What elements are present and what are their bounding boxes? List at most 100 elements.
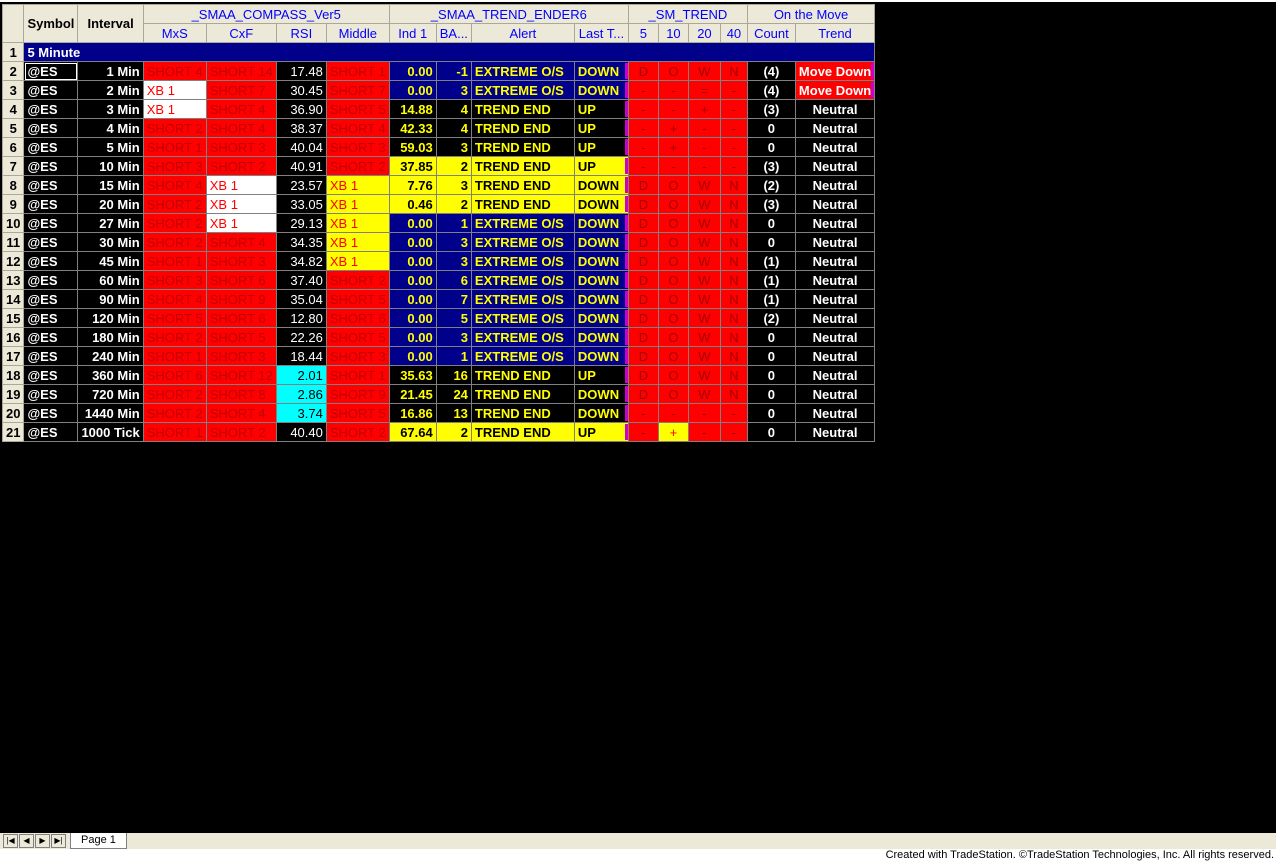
row-number[interactable]: 21: [1, 422, 25, 442]
column-group-header[interactable]: _SMAA_TREND_ENDER6: [388, 4, 629, 24]
table-row[interactable]: 7 @ES 10 Min SHORT 3 SHORT 2 40.91 SHORT 2 37.8…: [1, 156, 876, 176]
sheet-tab-page-1[interactable]: Page 1: [70, 833, 127, 849]
column-group-header[interactable]: Symbol: [23, 4, 79, 43]
symbol-cell[interactable]: @ES: [23, 99, 79, 119]
sm-trend-40-cell: -: [719, 99, 748, 119]
cxf-cell: SHORT 8: [205, 384, 277, 404]
row-number[interactable]: 18: [1, 365, 25, 385]
sm-trend-10-cell: O: [657, 175, 689, 195]
symbol-cell[interactable]: @ES: [23, 175, 79, 195]
column-header[interactable]: Count: [746, 23, 796, 43]
symbol-cell[interactable]: @ES: [23, 251, 79, 271]
row-number[interactable]: 11: [1, 232, 25, 252]
sm-trend-20-cell: =: [687, 80, 721, 100]
row-number[interactable]: 7: [1, 156, 25, 176]
column-group-header[interactable]: On the Move: [746, 4, 876, 24]
symbol-cell[interactable]: @ES: [23, 327, 79, 347]
symbol-cell[interactable]: @ES: [23, 61, 79, 81]
table-row[interactable]: 4 @ES 3 Min XB 1 SHORT 4 36.90 SHORT 5 14.88 4 TR…: [1, 99, 876, 119]
column-header[interactable]: 10: [657, 23, 689, 43]
symbol-cell[interactable]: @ES: [23, 384, 79, 404]
symbol-cell[interactable]: @ES: [23, 194, 79, 214]
row-number[interactable]: 9: [1, 194, 25, 214]
row-number[interactable]: 17: [1, 346, 25, 366]
interval-cell: 180 Min: [77, 327, 144, 347]
row-number[interactable]: 19: [1, 384, 25, 404]
column-group-header[interactable]: Interval: [77, 4, 144, 43]
next-tab-icon[interactable]: ▶: [35, 834, 50, 848]
symbol-cell[interactable]: @ES: [23, 156, 79, 176]
column-header[interactable]: MxS: [142, 23, 207, 43]
column-header[interactable]: 5: [627, 23, 659, 43]
table-row[interactable]: 19 @ES 720 Min SHORT 2 SHORT 8 2.86 SHORT 9 21.…: [1, 384, 876, 404]
row-number[interactable]: 1: [1, 42, 25, 62]
ind1-cell: 42.33: [388, 118, 437, 138]
row-number[interactable]: 4: [1, 99, 25, 119]
table-row[interactable]: 21 @ES 1000 Tick SHORT 1 SHORT 2 40.40 SHORT 2…: [1, 422, 876, 442]
table-row[interactable]: 2 @ES 1 Min SHORT 4 SHORT 14 17.48 SHORT 1 0.00…: [1, 61, 876, 81]
column-header[interactable]: Alert: [470, 23, 575, 43]
trend-cell: Neutral: [794, 270, 876, 290]
symbol-cell[interactable]: @ES: [23, 213, 79, 233]
column-header[interactable]: Ind 1: [388, 23, 437, 43]
row-number[interactable]: 3: [1, 80, 25, 100]
sm-trend-20-cell: W: [687, 289, 721, 309]
symbol-cell[interactable]: @ES: [23, 270, 79, 290]
table-row[interactable]: 17 @ES 240 Min SHORT 1 SHORT 3 18.44 SHORT 3 0.…: [1, 346, 876, 366]
table-row[interactable]: 20 @ES 1440 Min SHORT 2 SHORT 4 3.74 SHORT 5 16…: [1, 403, 876, 423]
column-header[interactable]: Last T...: [573, 23, 629, 43]
bars-cell: 2: [435, 156, 472, 176]
column-header[interactable]: 20: [687, 23, 721, 43]
column-group-header[interactable]: _SM_TREND: [627, 4, 748, 24]
symbol-cell[interactable]: @ES: [23, 422, 79, 442]
symbol-cell[interactable]: @ES: [23, 118, 79, 138]
column-header[interactable]: BA...: [435, 23, 472, 43]
first-tab-icon[interactable]: |◀: [3, 834, 18, 848]
table-row[interactable]: 8 @ES 15 Min SHORT 4 XB 1 23.57 XB 1 7.76 3 TREND…: [1, 175, 876, 195]
symbol-cell[interactable]: @ES: [23, 137, 79, 157]
cxf-cell: SHORT 3: [205, 251, 277, 271]
symbol-cell[interactable]: @ES: [23, 403, 79, 423]
row-number[interactable]: 14: [1, 289, 25, 309]
column-header[interactable]: RSI: [275, 23, 327, 43]
row-number[interactable]: 2: [1, 61, 25, 81]
symbol-cell[interactable]: @ES: [23, 289, 79, 309]
row-number[interactable]: 5: [1, 118, 25, 138]
bars-cell: 7: [435, 289, 472, 309]
row-number[interactable]: 16: [1, 327, 25, 347]
symbol-cell[interactable]: @ES: [23, 308, 79, 328]
row-number[interactable]: 6: [1, 137, 25, 157]
last-tab-icon[interactable]: ▶|: [51, 834, 66, 848]
table-row[interactable]: 16 @ES 180 Min SHORT 2 SHORT 5 22.26 SHORT 5 0.…: [1, 327, 876, 347]
column-header[interactable]: Trend: [794, 23, 876, 43]
prev-tab-icon[interactable]: ◀: [19, 834, 34, 848]
table-row[interactable]: 3 @ES 2 Min XB 1 SHORT 7 30.45 SHORT 7 0.00 3 EXT…: [1, 80, 876, 100]
row-number[interactable]: 10: [1, 213, 25, 233]
symbol-cell[interactable]: @ES: [23, 232, 79, 252]
column-header[interactable]: Middle: [325, 23, 390, 43]
table-row[interactable]: 9 @ES 20 Min SHORT 2 XB 1 33.05 XB 1 0.46 2 TREND…: [1, 194, 876, 214]
trend-cell: Neutral: [794, 156, 876, 176]
row-number[interactable]: 13: [1, 270, 25, 290]
interval-cell: 1000 Tick: [77, 422, 144, 442]
table-row[interactable]: 13 @ES 60 Min SHORT 3 SHORT 6 37.40 SHORT 2 0.0…: [1, 270, 876, 290]
symbol-cell[interactable]: @ES: [23, 365, 79, 385]
symbol-cell[interactable]: @ES: [23, 346, 79, 366]
table-row[interactable]: 11 @ES 30 Min SHORT 2 SHORT 4 34.35 XB 1 0.00 3 E…: [1, 232, 876, 252]
symbol-cell[interactable]: @ES: [23, 80, 79, 100]
table-row[interactable]: 5 @ES 4 Min SHORT 2 SHORT 4 38.37 SHORT 4 42.33…: [1, 118, 876, 138]
row-number[interactable]: 8: [1, 175, 25, 195]
row-number[interactable]: 15: [1, 308, 25, 328]
column-group-header[interactable]: _SMAA_COMPASS_Ver5: [142, 4, 390, 24]
table-row[interactable]: 10 @ES 27 Min SHORT 2 XB 1 29.13 XB 1 0.00 1 EXTR…: [1, 213, 876, 233]
table-row[interactable]: 18 @ES 360 Min SHORT 6 SHORT 12 2.01 SHORT 1 35…: [1, 365, 876, 385]
row-number[interactable]: 12: [1, 251, 25, 271]
count-cell: 0: [746, 137, 796, 157]
column-header[interactable]: CxF: [205, 23, 277, 43]
column-header[interactable]: 40: [719, 23, 748, 43]
table-row[interactable]: 6 @ES 5 Min SHORT 1 SHORT 3 40.04 SHORT 3 59.03…: [1, 137, 876, 157]
table-row[interactable]: 15 @ES 120 Min SHORT 5 SHORT 6 12.80 SHORT 6 0.…: [1, 308, 876, 328]
table-row[interactable]: 14 @ES 90 Min SHORT 4 SHORT 9 35.04 SHORT 5 0.0…: [1, 289, 876, 309]
table-row[interactable]: 12 @ES 45 Min SHORT 1 SHORT 3 34.82 XB 1 0.00 3 E…: [1, 251, 876, 271]
row-number[interactable]: 20: [1, 403, 25, 423]
